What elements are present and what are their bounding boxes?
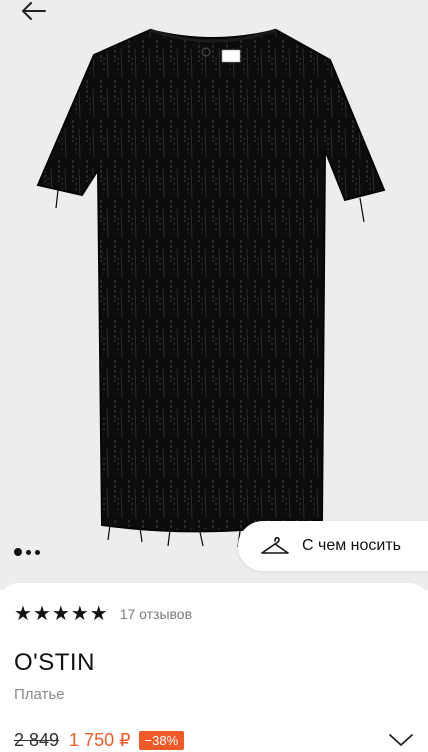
chevron-down-icon[interactable] <box>388 733 414 752</box>
arrow-left-icon <box>22 2 46 20</box>
product-type: Платье <box>14 686 65 703</box>
gallery-dot[interactable] <box>35 549 40 555</box>
product-info-sheet: ★ ★ ★ ★ ★ 17 отзывов O'STIN Платье 2 849… <box>0 583 428 750</box>
hanger-icon <box>260 535 290 557</box>
star-icon: ★ <box>51 603 70 625</box>
star-icon: ★ <box>89 603 108 625</box>
star-icon: ★ <box>14 603 32 625</box>
rating-row[interactable]: ★ ★ ★ ★ ★ 17 отзывов <box>14 604 192 624</box>
product-gallery[interactable]: С чем носить <box>0 0 428 590</box>
rating-stars: ★ ★ ★ ★ ★ <box>14 604 108 624</box>
what-to-wear-button[interactable]: С чем носить <box>238 521 428 571</box>
brand-name: O'STIN <box>14 649 95 676</box>
back-button[interactable] <box>18 0 50 22</box>
price-row: 2 849 1 750 ₽ −38% <box>14 730 185 751</box>
dress-image <box>36 28 386 548</box>
star-icon: ★ <box>70 603 89 625</box>
discount-badge: −38% <box>138 731 185 750</box>
what-to-wear-label: С чем носить <box>302 537 402 554</box>
current-price: 1 750 ₽ <box>69 730 131 750</box>
old-price: 2 849 <box>14 730 60 750</box>
gallery-dot[interactable] <box>14 548 22 556</box>
star-icon: ★ <box>32 603 51 625</box>
reviews-link[interactable]: 17 отзывов <box>120 606 192 622</box>
gallery-dot[interactable] <box>26 549 31 555</box>
gallery-pagination[interactable] <box>14 548 40 556</box>
